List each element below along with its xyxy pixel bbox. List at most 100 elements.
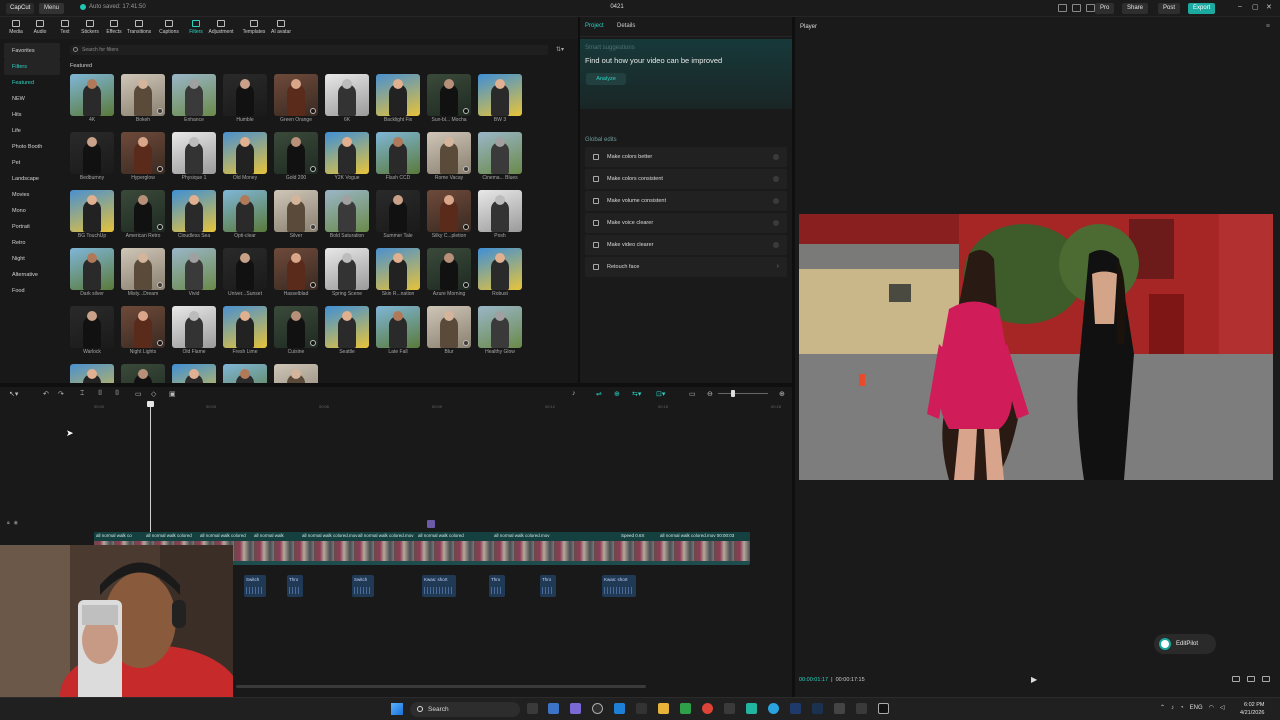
zoom-in-icon[interactable]: ⊕ xyxy=(779,390,785,398)
filter-tile[interactable] xyxy=(172,364,216,383)
filter-tile[interactable]: Robust xyxy=(478,248,522,297)
capcut-taskbar-icon[interactable] xyxy=(878,703,889,714)
audio-clip[interactable]: Switch xyxy=(244,575,266,597)
sidebar-item-life[interactable]: Life xyxy=(0,123,64,139)
download-icon[interactable] xyxy=(310,166,316,172)
network-tray-icon[interactable]: ◔ xyxy=(1180,705,1184,711)
time-ruler[interactable]: 00:00 00:03 00:06 00:09 00:12 00:15 00:18 xyxy=(90,403,790,411)
post-button[interactable]: Post xyxy=(1158,3,1181,14)
sidebar-item-photo-booth[interactable]: Photo Booth xyxy=(0,139,64,155)
filter-tile[interactable]: Dark silver xyxy=(70,248,114,297)
global-edit-item[interactable]: Make volume consistent xyxy=(585,191,787,211)
tool-media[interactable]: Media xyxy=(3,19,29,38)
sidebar-item-featured[interactable]: Featured xyxy=(0,75,64,91)
filter-tile[interactable]: Sun-bl... Mocha xyxy=(427,74,471,123)
download-icon[interactable] xyxy=(157,108,163,114)
filter-tile[interactable]: Blur xyxy=(427,306,471,355)
zoom-slider-handle[interactable] xyxy=(731,390,735,397)
mic-tray-icon[interactable]: ♪ xyxy=(1171,705,1174,711)
chevron-up-icon[interactable]: ⌃ xyxy=(1160,704,1165,711)
mic-icon[interactable]: ♪ xyxy=(572,390,576,397)
filter-tile[interactable]: Spring Scene xyxy=(325,248,369,297)
pro-button[interactable]: Pro xyxy=(1095,3,1115,14)
filter-tile[interactable]: Hasselblad xyxy=(274,248,318,297)
filter-tile[interactable]: Fresh Lime xyxy=(223,306,267,355)
caption-icon[interactable]: ▭ xyxy=(689,390,696,398)
sidebar-item-hits[interactable]: Hits xyxy=(0,107,64,123)
search-input[interactable]: Search for filters xyxy=(70,45,548,55)
marker-tool-icon[interactable]: ◇ xyxy=(151,390,156,398)
filter-tile[interactable]: Bedburnny xyxy=(70,132,114,181)
filter-tile[interactable]: Hyperglow xyxy=(121,132,165,181)
share-button[interactable]: Share xyxy=(1122,3,1149,14)
filter-tile[interactable]: BW 3 xyxy=(478,74,522,123)
recorder-icon[interactable] xyxy=(724,703,735,714)
filter-tile[interactable]: Warlock xyxy=(70,306,114,355)
app3-icon[interactable] xyxy=(834,703,845,714)
filter-tile[interactable]: American Retro xyxy=(121,190,165,239)
filter-tile[interactable]: Cinema... Blues xyxy=(478,132,522,181)
timeline-marker-icon[interactable] xyxy=(427,520,435,528)
global-edit-item[interactable]: Make voice clearer xyxy=(585,213,787,233)
app-icon[interactable] xyxy=(592,703,603,714)
file-explorer-icon[interactable] xyxy=(658,703,669,714)
sidebar-item-retro[interactable]: Retro xyxy=(0,235,64,251)
filter-tile[interactable]: Summer Tale xyxy=(376,190,420,239)
filter-tile[interactable]: Healthy Glow xyxy=(478,306,522,355)
download-icon[interactable] xyxy=(310,108,316,114)
aspect-ratio-icon[interactable] xyxy=(1232,676,1240,682)
delete-icon[interactable]: ▭ xyxy=(135,390,142,398)
video-preview[interactable] xyxy=(799,214,1273,480)
download-icon[interactable] xyxy=(463,166,469,172)
lightroom-icon[interactable] xyxy=(812,703,823,714)
filter-tile[interactable] xyxy=(70,364,114,383)
audio-clip[interactable]: Switch xyxy=(352,575,374,597)
edge-icon[interactable] xyxy=(614,703,625,714)
sidebar-item-food[interactable]: Food xyxy=(0,283,64,299)
filter-tile[interactable]: Seattle xyxy=(325,306,369,355)
filter-tile[interactable]: Physique 1 xyxy=(172,132,216,181)
minimize-icon[interactable]: – xyxy=(1238,3,1242,10)
link-icon[interactable]: ⇌ xyxy=(596,390,602,398)
tool-ai-avatar[interactable]: AI avatar xyxy=(268,19,294,38)
chrome-icon[interactable] xyxy=(702,703,713,714)
download-icon[interactable] xyxy=(463,340,469,346)
sidebar-item-portrait[interactable]: Portrait xyxy=(0,219,64,235)
sidebar-item-night[interactable]: Night xyxy=(0,251,64,267)
sidebar-item-mono[interactable]: Mono xyxy=(0,203,64,219)
teams-icon[interactable] xyxy=(570,703,581,714)
shortcuts-icon[interactable] xyxy=(1072,4,1081,12)
global-edit-item[interactable]: Make colors consistent xyxy=(585,169,787,189)
filter-tile[interactable]: Rome Vacay xyxy=(427,132,471,181)
zoom-out-icon[interactable]: ⊖ xyxy=(707,390,713,398)
filter-tile[interactable]: Opti-clear xyxy=(223,190,267,239)
global-edit-item[interactable]: Make video clearer xyxy=(585,235,787,255)
redo-icon[interactable]: ↷ xyxy=(58,390,64,398)
sidebar-item-new[interactable]: NEW xyxy=(0,91,64,107)
wifi-icon[interactable]: ◠ xyxy=(1209,704,1214,711)
fit-icon[interactable] xyxy=(1247,676,1255,682)
download-icon[interactable] xyxy=(310,224,316,230)
tool-adjustment[interactable]: Adjustment xyxy=(208,19,234,38)
global-edit-item[interactable]: Make colors better xyxy=(585,147,787,167)
magnet-icon[interactable]: ⊕ xyxy=(614,390,620,398)
tool-audio[interactable]: Audio xyxy=(27,19,53,38)
project-title[interactable]: 0421 xyxy=(600,4,634,10)
playhead-handle[interactable] xyxy=(147,401,154,407)
app4-icon[interactable] xyxy=(856,703,867,714)
filter-tile[interactable]: Flash CCD xyxy=(376,132,420,181)
filter-tile[interactable]: 6K xyxy=(325,74,369,123)
sidebar-item-landscape[interactable]: Landscape xyxy=(0,171,64,187)
filter-tile[interactable] xyxy=(121,364,165,383)
filter-tile[interactable]: Vivid xyxy=(172,248,216,297)
tool-filters[interactable]: Filters xyxy=(183,19,209,38)
split-icon[interactable]: ⌶ xyxy=(80,390,84,398)
preview-axis-icon[interactable]: ⊡▾ xyxy=(656,390,665,398)
filter-tile[interactable]: Night Lights xyxy=(121,306,165,355)
download-icon[interactable] xyxy=(463,108,469,114)
filter-sort-icon[interactable]: ⇅▾ xyxy=(556,46,564,53)
filter-tile[interactable]: 4K xyxy=(70,74,114,123)
filter-tile[interactable]: Bold Saturation xyxy=(325,190,369,239)
filter-tile[interactable]: Bokeh xyxy=(121,74,165,123)
download-icon[interactable] xyxy=(157,224,163,230)
